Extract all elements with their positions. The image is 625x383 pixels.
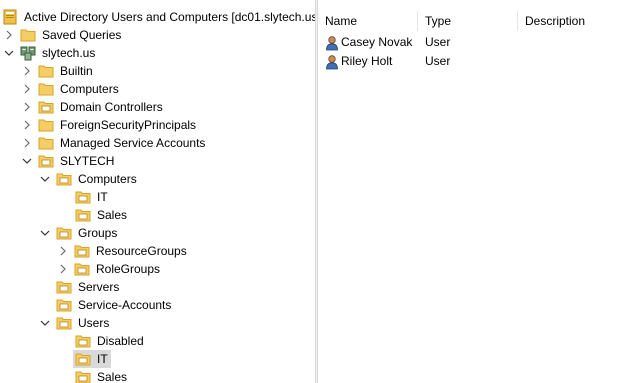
tree-item-label: SLYTECH [60, 153, 115, 168]
domain-icon [20, 45, 36, 61]
chevron-right-icon[interactable] [21, 98, 33, 116]
folder-icon [38, 135, 54, 151]
tree-item-servers[interactable]: Servers [56, 278, 121, 296]
user-name: Riley Holt [341, 54, 393, 68]
chevron-down-icon[interactable] [39, 224, 51, 242]
chevron-right-icon[interactable] [57, 260, 69, 278]
tree-item-domain-controllers[interactable]: Domain Controllers [21, 98, 165, 116]
chevron-down-icon[interactable] [39, 170, 51, 188]
chevron-right-icon[interactable] [21, 116, 33, 134]
tree-item-label: Managed Service Accounts [60, 135, 206, 150]
tree-item-label: Builtin [60, 63, 93, 78]
chevron-right-icon[interactable] [21, 62, 33, 80]
cell-type: User [425, 54, 451, 68]
tree-item-slytech-computers[interactable]: Computers [39, 170, 139, 188]
tree-item-label: Domain Controllers [60, 99, 163, 114]
tree-item-foreign-security-principals[interactable]: ForeignSecurityPrincipals [21, 116, 198, 134]
ou-icon [74, 243, 90, 259]
folder-icon [38, 63, 54, 79]
user-name: Casey Novak [341, 35, 413, 49]
user-icon [324, 35, 340, 51]
folder-icon [38, 117, 54, 133]
tree-item-label: Sales [97, 369, 128, 383]
tree-item-builtin[interactable]: Builtin [21, 62, 95, 80]
chevron-right-icon[interactable] [21, 80, 33, 98]
tree-item-label: Disabled [97, 333, 144, 348]
list-item[interactable]: Riley Holt User [318, 52, 625, 71]
column-header-description[interactable]: Description [518, 11, 625, 31]
tree-item-label: Computers [60, 81, 119, 96]
tree-item-label: slytech.us [42, 45, 96, 60]
tree-item-label: ResourceGroups [96, 243, 187, 258]
ou-icon [38, 99, 54, 115]
tree-item-users[interactable]: Users [39, 314, 111, 332]
ou-icon [75, 189, 91, 205]
tree-item-slytech-computers-sales[interactable]: Sales [75, 206, 129, 224]
tree-root-label: Active Directory Users and Computers [dc… [24, 9, 315, 24]
ou-icon [56, 297, 72, 313]
ou-icon [75, 333, 91, 349]
tree-item-slytech[interactable]: SLYTECH [21, 152, 116, 170]
list-header: Name Type Description [318, 11, 625, 31]
tree-item-label: Groups [78, 225, 118, 240]
cell-type: User [425, 35, 451, 49]
chevron-right-icon[interactable] [57, 242, 69, 260]
ou-icon [75, 351, 91, 367]
tree-item-label: IT [97, 351, 108, 366]
tree-item-label: Sales [97, 207, 128, 222]
tree-item-managed-service-accounts[interactable]: Managed Service Accounts [21, 134, 207, 152]
details-list[interactable]: Name Type Description Casey Novak User R… [318, 0, 625, 383]
chevron-down-icon[interactable] [39, 314, 51, 332]
user-icon [324, 54, 340, 70]
tree-item-role-groups[interactable]: RoleGroups [57, 260, 162, 278]
tree-item-resource-groups[interactable]: ResourceGroups [57, 242, 189, 260]
ou-icon [38, 153, 54, 169]
tree-item-label: Users [78, 315, 110, 330]
tree-item-users-disabled[interactable]: Disabled [75, 332, 146, 350]
chevron-right-icon[interactable] [3, 26, 15, 44]
tree-item-groups[interactable]: Groups [39, 224, 119, 242]
tree-item-computers[interactable]: Computers [21, 80, 121, 98]
tree-item-label: Saved Queries [42, 27, 122, 42]
cell-name: Casey Novak [318, 33, 418, 52]
chevron-down-icon[interactable] [21, 152, 33, 170]
ou-icon [75, 207, 91, 223]
ou-icon [56, 171, 72, 187]
tree-item-label: Computers [78, 171, 137, 186]
tree-root[interactable]: Active Directory Users and Computers [dc… [2, 8, 315, 26]
tree-item-label: ForeignSecurityPrincipals [60, 117, 197, 132]
tree-item-label: Servers [78, 279, 120, 294]
ou-icon [56, 315, 72, 331]
tree-item-label: IT [97, 189, 108, 204]
aduc-window: Active Directory Users and Computers [dc… [0, 0, 625, 383]
ou-icon [56, 279, 72, 295]
ou-icon [56, 225, 72, 241]
column-header-type[interactable]: Type [418, 11, 518, 31]
list-item[interactable]: Casey Novak User [318, 33, 625, 52]
tree-item-domain[interactable]: slytech.us [3, 44, 97, 62]
tree-item-users-it[interactable]: IT [75, 350, 110, 368]
tree-item-label: Service-Accounts [78, 297, 172, 312]
ou-icon [74, 261, 90, 277]
folder-icon [38, 81, 54, 97]
tree-item-label: RoleGroups [96, 261, 161, 276]
tree-item-service-accounts[interactable]: Service-Accounts [56, 296, 173, 314]
tree-item-users-sales[interactable]: Sales [75, 368, 129, 383]
ad-console-icon [2, 9, 18, 25]
console-tree[interactable]: Active Directory Users and Computers [dc… [0, 0, 315, 383]
cell-name: Riley Holt [318, 52, 418, 71]
tree-item-saved-queries[interactable]: Saved Queries [3, 26, 123, 44]
folder-icon [20, 27, 36, 43]
tree-item-slytech-computers-it[interactable]: IT [75, 188, 110, 206]
column-header-name[interactable]: Name [318, 11, 418, 31]
chevron-down-icon[interactable] [3, 44, 15, 62]
chevron-right-icon[interactable] [21, 134, 33, 152]
ou-icon [75, 369, 91, 383]
